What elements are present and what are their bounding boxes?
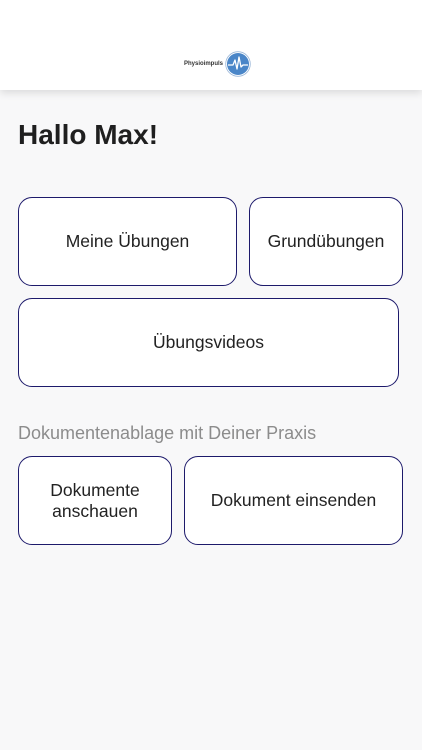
app-logo: Physioimpuls	[184, 50, 251, 78]
heartbeat-logo-icon	[225, 51, 251, 77]
dokument-einsenden-label: Dokument einsenden	[210, 490, 377, 510]
app-header: Physioimpuls	[0, 0, 422, 90]
logo-text: Physioimpuls	[184, 61, 224, 67]
documents-section-label: Dokumentenablage mit Deiner Praxis	[18, 423, 317, 443]
dokumente-anschauen-label: Dokumente anschauen	[50, 480, 140, 522]
grunduebungen-button[interactable]: Grundübungen	[249, 197, 403, 286]
grunduebungen-label: Grundübungen	[267, 231, 385, 251]
meine-uebungen-button[interactable]: Meine Übungen	[18, 197, 237, 286]
uebungsvideos-button[interactable]: Übungsvideos	[18, 298, 399, 387]
dokumente-anschauen-line1: Dokumente	[50, 479, 140, 500]
uebungsvideos-label: Übungsvideos	[153, 332, 264, 352]
dokumente-anschauen-button[interactable]: Dokumente anschauen	[18, 456, 172, 545]
greeting-title: Hallo Max!	[18, 119, 159, 150]
dokument-einsenden-button[interactable]: Dokument einsenden	[184, 456, 403, 545]
dokumente-anschauen-line2: anschauen	[52, 500, 138, 521]
meine-uebungen-label: Meine Übungen	[65, 231, 190, 251]
